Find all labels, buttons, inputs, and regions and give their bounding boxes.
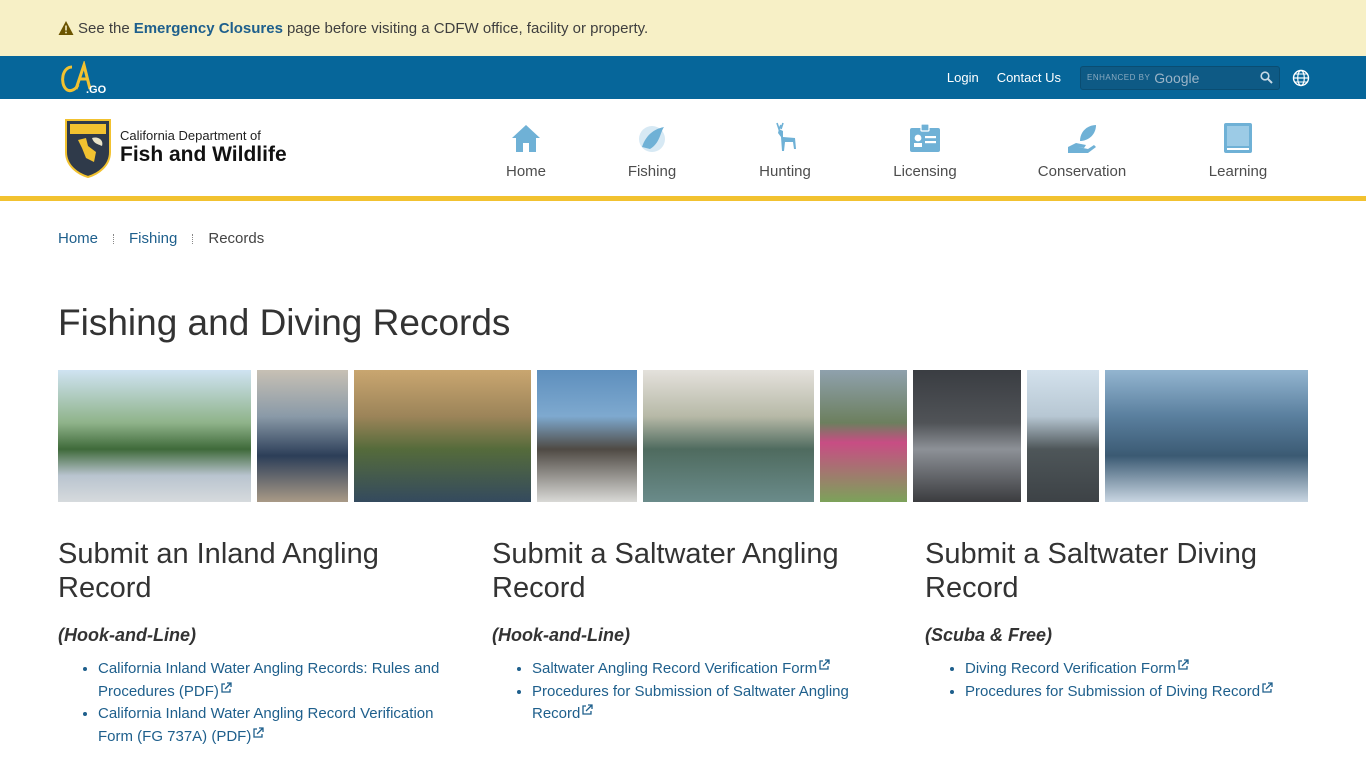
page-title: Fishing and Diving Records [58, 302, 511, 343]
external-link-icon [582, 704, 594, 715]
search-icon[interactable] [1260, 71, 1273, 84]
diving-procedures-link[interactable]: Procedures for Submission of Diving Reco… [965, 681, 1273, 700]
list-item: Procedures for Submission of Diving Reco… [965, 681, 1325, 704]
saltwater-diving-heading: Submit a Saltwater Diving Record [925, 538, 1258, 604]
photo-angler-bass [353, 370, 532, 502]
alert-prefix: See the [78, 19, 130, 37]
external-link-icon [253, 726, 264, 738]
menu-label-home: Home [505, 163, 546, 180]
photo-angler-large-fish [256, 370, 348, 502]
menu-item-learning[interactable]: Learning [1178, 121, 1298, 180]
emergency-closures-link[interactable]: Emergency Closures [134, 20, 283, 37]
list-item: California Inland Water Angling Records:… [98, 658, 458, 703]
inland-angling-subheading: (Hook-and-Line) [58, 625, 196, 645]
emergency-alert-bar: See the Emergency Closures page before v… [0, 0, 1366, 56]
globe-language-icon[interactable] [1292, 69, 1310, 87]
list-item: Diving Record Verification Form [965, 658, 1325, 681]
inland-verification-form-link[interactable]: California Inland Water Angling Record V… [98, 705, 433, 745]
photo-angler-shark [912, 370, 1022, 502]
search-input[interactable]: ENHANCED BY Google [1080, 65, 1280, 90]
main-navigation: California Department of Fish and Wildli… [0, 99, 1366, 201]
saltwater-angling-section: Submit a Saltwater Angling Record (Hook-… [492, 537, 892, 726]
breadcrumb-current: Records [208, 230, 265, 247]
menu-label-licensing: Licensing [893, 163, 957, 180]
saltwater-verification-form-link[interactable]: Saltwater Angling Record Verification Fo… [532, 659, 830, 677]
inland-rules-procedures-link[interactable]: California Inland Water Angling Records:… [98, 660, 439, 700]
saltwater-diving-subheading: (Scuba & Free) [925, 625, 1053, 645]
alert-suffix: page before visiting a CDFW office, faci… [286, 19, 649, 37]
saltwater-angling-subheading: (Hook-and-Line) [492, 625, 630, 645]
menu-item-hunting[interactable]: Hunting [725, 121, 845, 180]
home-icon [512, 125, 540, 152]
breadcrumb-fishing[interactable]: Fishing [129, 230, 177, 247]
external-link-icon [221, 681, 232, 693]
saltwater-procedures-link[interactable]: Procedures for Submission of Saltwater A… [532, 683, 849, 723]
breadcrumb-separator [192, 233, 194, 244]
saltwater-angling-links: Saltwater Angling Record Verification Fo… [492, 658, 892, 726]
external-link-icon [1178, 659, 1189, 670]
menu-item-fishing[interactable]: Fishing [592, 121, 712, 180]
login-link[interactable]: Login [947, 70, 979, 85]
menu-item-licensing[interactable]: Licensing [865, 121, 985, 180]
photo-angler-halibut [537, 370, 638, 502]
search-placeholder: ENHANCED BY Google [1087, 69, 1200, 86]
menu-label-hunting: Hunting [759, 163, 811, 180]
list-item: California Inland Water Angling Record V… [98, 703, 458, 748]
top-menu: Home Fishing Hunting Licensing Conservat… [0, 99, 1366, 196]
fish-icon [639, 126, 665, 152]
breadcrumb: Home Fishing Records [58, 230, 264, 247]
diving-verification-form-link[interactable]: Diving Record Verification Form [965, 659, 1189, 677]
menu-item-home[interactable]: Home [466, 121, 586, 180]
contact-us-link[interactable]: Contact Us [997, 70, 1061, 85]
breadcrumb-separator [113, 233, 115, 244]
list-item: Procedures for Submission of Saltwater A… [532, 681, 892, 726]
record-holders-photo-banner [58, 370, 1308, 502]
list-item: Saltwater Angling Record Verification Fo… [532, 658, 892, 681]
external-link-icon [1262, 681, 1273, 693]
deer-icon [776, 122, 796, 151]
photo-angler-rockfish [1027, 370, 1100, 502]
photo-angler-salmon [58, 370, 251, 502]
utility-bar: .GOV Login Contact Us ENHANCED BYGoogle [0, 56, 1366, 99]
menu-label-fishing: Fishing [627, 163, 677, 180]
saltwater-diving-section: Submit a Saltwater Diving Record (Scuba … [925, 537, 1325, 703]
photo-diver-with-fish [1105, 370, 1308, 502]
inland-angling-section: Submit an Inland Angling Record (Hook-an… [58, 537, 458, 748]
hand-leaf-icon [1068, 125, 1096, 153]
menu-item-conservation[interactable]: Conservation [1022, 121, 1142, 180]
inland-angling-links: California Inland Water Angling Records:… [58, 658, 458, 748]
photo-angler-trout [819, 370, 907, 502]
license-card-icon [910, 123, 940, 152]
inland-angling-heading: Submit an Inland Angling Record [58, 538, 379, 604]
menu-label-learning: Learning [1208, 163, 1268, 180]
warning-icon [58, 21, 74, 35]
ca-gov-logo[interactable]: .GOV [58, 60, 106, 95]
saltwater-angling-heading: Submit a Saltwater Angling Record [492, 538, 839, 604]
external-link-icon [819, 659, 830, 670]
photo-angler-crappie [643, 370, 814, 502]
svg-text:.GOV: .GOV [86, 84, 106, 95]
saltwater-diving-links: Diving Record Verification Form Procedur… [925, 658, 1325, 703]
book-icon [1224, 123, 1252, 153]
menu-label-conservation: Conservation [1037, 163, 1127, 180]
breadcrumb-home[interactable]: Home [58, 230, 98, 247]
